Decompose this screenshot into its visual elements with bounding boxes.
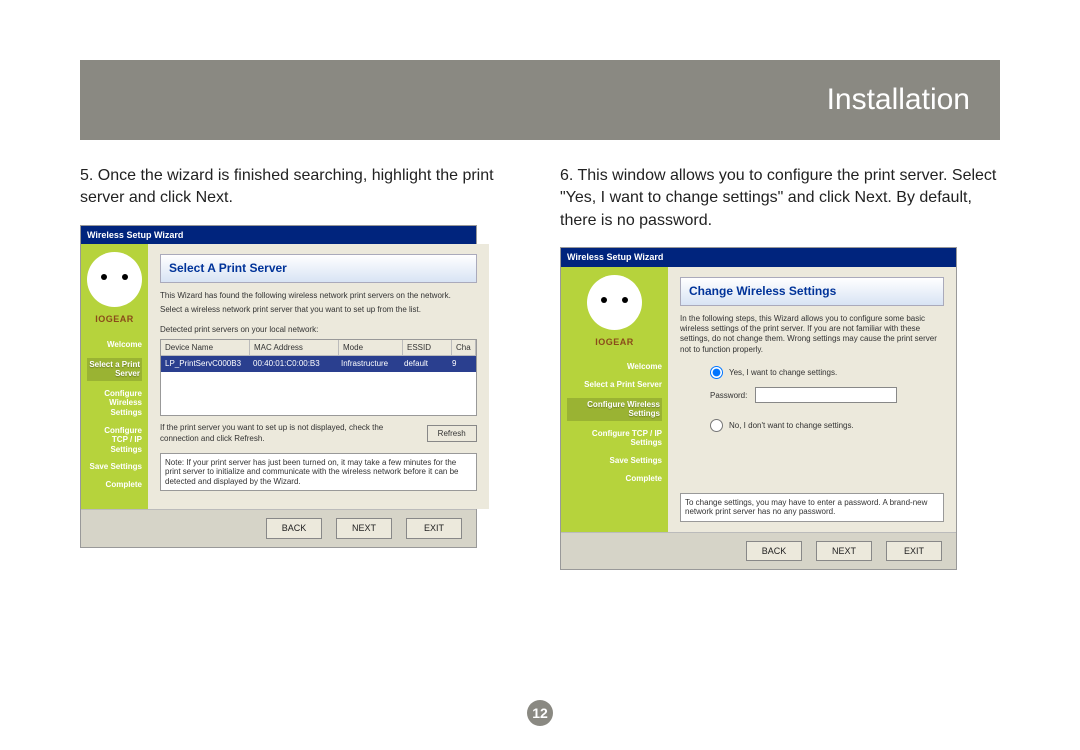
cell-channel: 9 [448, 356, 476, 371]
refresh-text: If the print server you want to set up i… [160, 422, 427, 444]
print-server-list[interactable]: Device Name MAC Address Mode ESSID Cha L… [160, 339, 477, 416]
pane-title-2: Change Wireless Settings [680, 277, 944, 306]
radio-no[interactable] [710, 419, 723, 432]
radio-yes-label: Yes, I want to change settings. [729, 367, 837, 378]
cell-essid: default [400, 356, 448, 371]
cell-mac: 00:40:01:C0:00:B3 [249, 356, 337, 371]
step-6-text: 6. This window allows you to configure t… [560, 165, 1000, 232]
header-band: Installation [80, 60, 1000, 140]
intro-text-2: Select a wireless network print server t… [160, 305, 477, 315]
intro-text-r: In the following steps, this Wizard allo… [680, 314, 944, 356]
wizard-titlebar-2: Wireless Setup Wizard [561, 248, 956, 267]
sidebar-item-welcome[interactable]: Welcome [87, 340, 142, 350]
next-button[interactable]: NEXT [816, 541, 872, 562]
brand-label: IOGEAR [87, 313, 142, 326]
list-header: Device Name MAC Address Mode ESSID Cha [161, 340, 476, 356]
wizard-footer-2: BACK NEXT EXIT [561, 532, 956, 570]
cell-mode: Infrastructure [337, 356, 400, 371]
pane-title: Select A Print Server [160, 254, 477, 283]
page-title: Installation [827, 83, 970, 117]
password-field[interactable] [755, 387, 897, 403]
mascot-icon [587, 275, 642, 330]
col-mode: Mode [339, 340, 403, 355]
refresh-button[interactable]: Refresh [427, 425, 477, 442]
right-column: 6. This window allows you to configure t… [560, 165, 1000, 570]
exit-button[interactable]: EXIT [886, 541, 942, 562]
exit-button[interactable]: EXIT [406, 518, 462, 539]
mascot-icon [87, 252, 142, 307]
sidebar-item-save-settings[interactable]: Save Settings [567, 456, 662, 466]
radio-no-label: No, I don't want to change settings. [729, 420, 854, 431]
wizard-main-pane: Select A Print Server This Wizard has fo… [148, 244, 489, 509]
wizard-sidebar: IOGEAR Welcome Select a Print Server Con… [81, 244, 148, 509]
col-device-name: Device Name [161, 340, 250, 355]
cell-device: LP_PrintServC000B3 [161, 356, 249, 371]
radio-no-row[interactable]: No, I don't want to change settings. [710, 419, 944, 432]
sidebar-item-select-print-server[interactable]: Select a Print Server [567, 380, 662, 390]
wizard-footer: BACK NEXT EXIT [81, 509, 476, 547]
radio-yes[interactable] [710, 366, 723, 379]
wizard-titlebar: Wireless Setup Wizard [81, 226, 476, 245]
sidebar-item-configure-tcpip[interactable]: Configure TCP / IP Settings [567, 429, 662, 448]
left-column: 5. Once the wizard is finished searching… [80, 165, 520, 570]
sidebar-item-save-settings[interactable]: Save Settings [87, 462, 142, 472]
intro-text-1: This Wizard has found the following wire… [160, 291, 477, 301]
wizard-sidebar-2: IOGEAR Welcome Select a Print Server Con… [561, 267, 668, 532]
brand-label: IOGEAR [567, 336, 662, 349]
wizard-change-wireless-settings: Wireless Setup Wizard IOGEAR Welcome Sel… [560, 247, 957, 570]
note-box: Note: If your print server has just been… [160, 453, 477, 492]
step-5-text: 5. Once the wizard is finished searching… [80, 165, 520, 210]
sidebar-item-complete[interactable]: Complete [567, 474, 662, 484]
sidebar-item-configure-wireless[interactable]: Configure Wireless Settings [87, 389, 142, 418]
sidebar-item-select-print-server[interactable]: Select a Print Server [87, 358, 142, 381]
sidebar-item-complete[interactable]: Complete [87, 480, 142, 490]
next-button[interactable]: NEXT [336, 518, 392, 539]
sidebar-item-welcome[interactable]: Welcome [567, 362, 662, 372]
note-box-2: To change settings, you may have to ente… [680, 493, 944, 522]
back-button[interactable]: BACK [746, 541, 802, 562]
col-mac: MAC Address [250, 340, 339, 355]
list-row-selected[interactable]: LP_PrintServC000B3 00:40:01:C0:00:B3 Inf… [161, 356, 476, 371]
col-essid: ESSID [403, 340, 452, 355]
sidebar-item-configure-wireless[interactable]: Configure Wireless Settings [567, 398, 662, 421]
sidebar-item-configure-tcpip[interactable]: Configure TCP / IP Settings [87, 426, 142, 455]
radio-yes-row[interactable]: Yes, I want to change settings. [710, 366, 944, 379]
col-channel: Cha [452, 340, 476, 355]
back-button[interactable]: BACK [266, 518, 322, 539]
wizard-main-pane-2: Change Wireless Settings In the followin… [668, 267, 956, 532]
wizard-select-print-server: Wireless Setup Wizard IOGEAR Welcome Sel… [80, 225, 477, 548]
password-label: Password: [710, 390, 747, 401]
list-label: Detected print servers on your local net… [160, 324, 477, 335]
page-number-badge: 12 [527, 700, 553, 726]
